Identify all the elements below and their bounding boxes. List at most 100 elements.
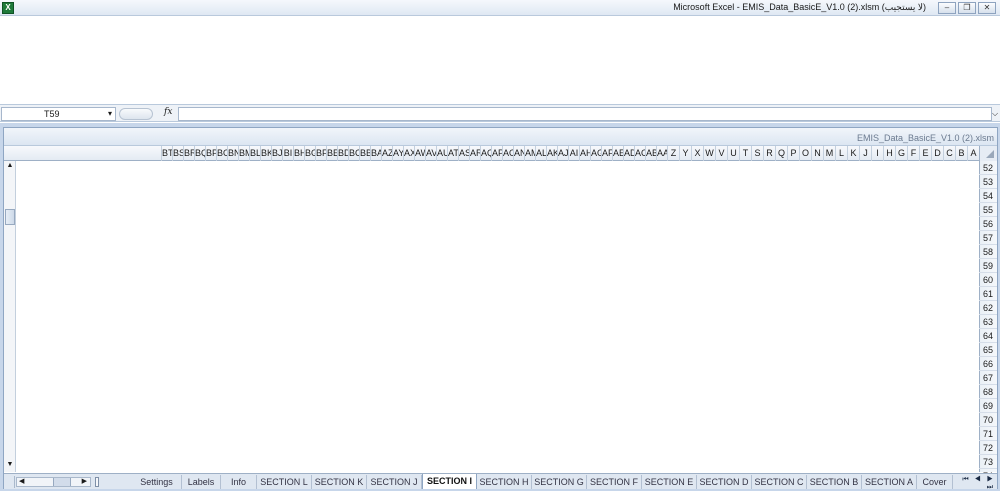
column-header[interactable]: W bbox=[703, 146, 715, 161]
column-header[interactable]: A bbox=[967, 146, 979, 161]
formula-bar-resize-handle[interactable] bbox=[119, 108, 153, 120]
column-header[interactable]: BP bbox=[205, 146, 216, 161]
column-header[interactable]: AY bbox=[392, 146, 403, 161]
row-header[interactable]: 63 bbox=[979, 315, 997, 329]
row-header[interactable]: 57 bbox=[979, 231, 997, 245]
column-header[interactable]: BI bbox=[282, 146, 293, 161]
expand-formula-bar-icon[interactable]: ⌵ bbox=[991, 107, 999, 121]
column-header[interactable]: G bbox=[895, 146, 907, 161]
column-header[interactable]: AG bbox=[590, 146, 601, 161]
sheet-tab[interactable]: SECTION F bbox=[587, 475, 642, 489]
row-header[interactable]: 67 bbox=[979, 371, 997, 385]
row-header[interactable]: 69 bbox=[979, 399, 997, 413]
column-header[interactable]: AU bbox=[436, 146, 447, 161]
column-header[interactable]: BN bbox=[227, 146, 238, 161]
column-header[interactable]: P bbox=[787, 146, 799, 161]
column-header[interactable]: AZ bbox=[381, 146, 392, 161]
column-header[interactable]: BA bbox=[370, 146, 381, 161]
column-header[interactable]: AE bbox=[612, 146, 623, 161]
column-header[interactable]: BC bbox=[348, 146, 359, 161]
sheet-navigation-buttons[interactable]: ⏮ ◀ ▶ ⏭ bbox=[955, 476, 995, 491]
column-header[interactable]: Y bbox=[679, 146, 691, 161]
sheet-tab[interactable]: SECTION E bbox=[642, 475, 697, 489]
row-header[interactable]: 68 bbox=[979, 385, 997, 399]
column-header[interactable]: T bbox=[739, 146, 751, 161]
column-header[interactable]: AL bbox=[535, 146, 546, 161]
column-header[interactable]: AJ bbox=[557, 146, 568, 161]
row-header[interactable]: 53 bbox=[979, 175, 997, 189]
sheet-tab[interactable]: SECTION L bbox=[257, 475, 312, 489]
sheet-tab[interactable]: SECTION H bbox=[477, 475, 532, 489]
column-header[interactable]: U bbox=[727, 146, 739, 161]
column-header[interactable]: AQ bbox=[480, 146, 491, 161]
sheet-tab[interactable]: SECTION G bbox=[532, 475, 587, 489]
column-header[interactable]: AN bbox=[513, 146, 524, 161]
scroll-left-icon[interactable]: ◀ bbox=[19, 477, 24, 485]
row-header[interactable]: 66 bbox=[979, 357, 997, 371]
column-header[interactable]: AT bbox=[447, 146, 458, 161]
vertical-scroll-thumb[interactable] bbox=[5, 209, 15, 225]
vertical-scrollbar[interactable]: ▲ ▼ bbox=[4, 161, 16, 472]
row-header[interactable]: 72 bbox=[979, 441, 997, 455]
column-header[interactable]: M bbox=[823, 146, 835, 161]
column-header[interactable]: AI bbox=[568, 146, 579, 161]
sheet-tab[interactable]: SECTION B bbox=[807, 475, 862, 489]
formula-input[interactable] bbox=[178, 107, 992, 121]
sheet-tab[interactable]: Labels bbox=[182, 475, 221, 489]
column-header[interactable]: AA bbox=[656, 146, 667, 161]
cell-grid[interactable] bbox=[16, 161, 979, 472]
column-header[interactable]: AB bbox=[645, 146, 656, 161]
sheet-tab[interactable]: Settings bbox=[132, 475, 182, 489]
column-header[interactable]: AD bbox=[623, 146, 634, 161]
column-header[interactable]: N bbox=[811, 146, 823, 161]
column-header[interactable]: BR bbox=[183, 146, 194, 161]
column-header[interactable]: BH bbox=[293, 146, 304, 161]
column-header[interactable]: AM bbox=[524, 146, 535, 161]
sheet-tab[interactable]: Cover bbox=[917, 475, 953, 489]
column-header[interactable]: AF bbox=[601, 146, 612, 161]
row-header[interactable]: 65 bbox=[979, 343, 997, 357]
row-header[interactable]: 62 bbox=[979, 301, 997, 315]
sheet-tab[interactable]: SECTION A bbox=[862, 475, 917, 489]
column-header[interactable]: AO bbox=[502, 146, 513, 161]
row-header[interactable]: 71 bbox=[979, 427, 997, 441]
column-header[interactable]: X bbox=[691, 146, 703, 161]
column-header[interactable]: K bbox=[847, 146, 859, 161]
row-header[interactable]: 64 bbox=[979, 329, 997, 343]
column-header[interactable]: V bbox=[715, 146, 727, 161]
column-header[interactable]: AR bbox=[469, 146, 480, 161]
row-header[interactable]: 73 bbox=[979, 455, 997, 469]
column-header[interactable]: BQ bbox=[194, 146, 205, 161]
column-header[interactable]: AS bbox=[458, 146, 469, 161]
column-header[interactable]: Q bbox=[775, 146, 787, 161]
scroll-up-icon[interactable]: ▲ bbox=[5, 161, 15, 171]
column-header[interactable]: I bbox=[871, 146, 883, 161]
row-header[interactable]: 70 bbox=[979, 413, 997, 427]
column-header[interactable]: BJ bbox=[271, 146, 282, 161]
column-header[interactable]: R bbox=[763, 146, 775, 161]
row-header[interactable]: 59 bbox=[979, 259, 997, 273]
row-header[interactable]: 61 bbox=[979, 287, 997, 301]
sheet-tab[interactable]: SECTION J bbox=[367, 475, 422, 489]
column-header[interactable]: AH bbox=[579, 146, 590, 161]
row-header[interactable]: 55 bbox=[979, 203, 997, 217]
excel-app-icon[interactable]: X bbox=[2, 2, 14, 14]
column-header[interactable]: O bbox=[799, 146, 811, 161]
column-header[interactable]: H bbox=[883, 146, 895, 161]
row-header[interactable]: 58 bbox=[979, 245, 997, 259]
column-header[interactable]: BB bbox=[359, 146, 370, 161]
column-header[interactable]: BT bbox=[161, 146, 172, 161]
scroll-right-icon[interactable]: ▶ bbox=[82, 477, 87, 485]
column-header[interactable]: BG bbox=[304, 146, 315, 161]
tab-split-handle[interactable] bbox=[95, 477, 99, 487]
name-box[interactable]: T59 ▾ bbox=[1, 107, 116, 121]
minimize-button[interactable]: – bbox=[938, 2, 956, 14]
row-header[interactable]: 56 bbox=[979, 217, 997, 231]
column-header[interactable]: L bbox=[835, 146, 847, 161]
select-all-button[interactable] bbox=[979, 146, 997, 161]
row-header[interactable]: 54 bbox=[979, 189, 997, 203]
row-header[interactable]: 60 bbox=[979, 273, 997, 287]
sheet-tab[interactable]: SECTION I bbox=[422, 474, 477, 489]
column-header[interactable]: F bbox=[907, 146, 919, 161]
restore-button[interactable]: ❐ bbox=[958, 2, 976, 14]
